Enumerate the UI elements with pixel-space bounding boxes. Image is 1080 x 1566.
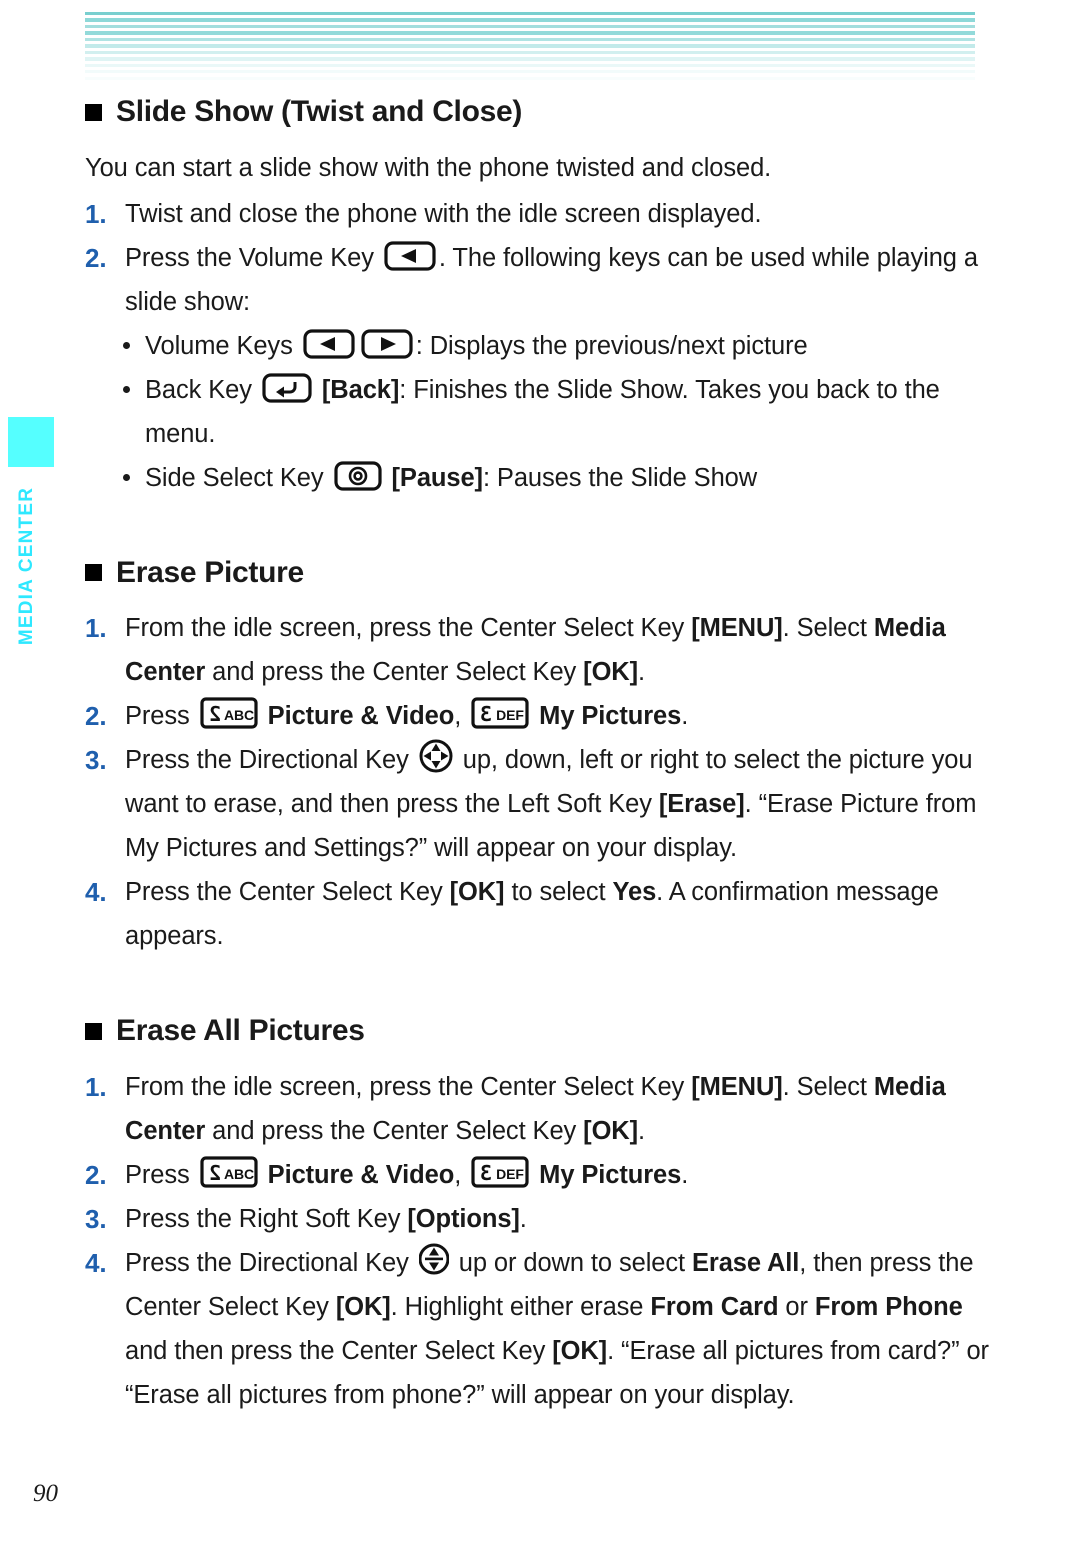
emphasis-text: [Options] [407, 1204, 520, 1233]
bullet-item: Side Select Key [Pause]: Pauses the Slid… [123, 456, 990, 500]
side-select-key-icon [333, 460, 382, 491]
step-list-erase-all-pictures: 1. From the idle screen, press the Center… [85, 1065, 990, 1417]
square-bullet-icon [85, 1022, 102, 1040]
step-item: 4. Press the Directional Key up or down t… [85, 1241, 990, 1417]
step-item: 1. Twist and close the phone with the idl… [85, 192, 990, 236]
svg-text:ABC: ABC [224, 707, 254, 723]
svg-text:2: 2 [209, 1161, 221, 1185]
section-heading-text: Slide Show (Twist and Close) [116, 95, 523, 128]
emphasis-text: Yes [612, 878, 657, 906]
step-number: 1. [85, 1071, 107, 1102]
bullet-list-slide-show: Volume Keys : Displays the previous/next… [85, 324, 990, 500]
emphasis-text: Erase All [691, 1248, 800, 1277]
emphasis-text: From Card [650, 1292, 779, 1321]
step-item: 2. Press the Volume Key . The following k… [85, 236, 990, 324]
media-center-side-tab-label: MEDIA CENTER [16, 486, 37, 646]
svg-text:ABC: ABC [224, 1166, 254, 1182]
svg-text:DEF: DEF [496, 1166, 524, 1182]
step-number: 3. [85, 745, 107, 775]
section-intro-slide-show: You can start a slide show with the phon… [85, 153, 772, 182]
keypad-2-abc-icon: 2 ABC [200, 1155, 258, 1188]
volume-key-left-icon [303, 328, 355, 359]
volume-key-right-icon [361, 328, 413, 359]
square-bullet-icon [85, 103, 102, 121]
section-heading-erase-all-pictures: Erase All Pictures [85, 1014, 990, 1049]
svg-text:2: 2 [209, 702, 221, 726]
step-item: 3. Press the Right Soft Key [Options]. [85, 1197, 990, 1241]
section-heading-erase-picture: Erase Picture [85, 556, 990, 591]
dot-bullet-icon [123, 473, 130, 481]
emphasis-text: [OK] [583, 1116, 639, 1145]
step-number: 2. [85, 242, 107, 273]
emphasis-text: My Pictures [539, 702, 682, 730]
step-item: 2. Press 2 ABC Picture & Video, 3 DEF My Pi… [85, 694, 990, 738]
step-number: 3. [85, 1203, 107, 1234]
step-list-slide-show: 1. Twist and close the phone with the idl… [85, 192, 990, 324]
section-heading-text: Erase Picture [116, 555, 304, 589]
page-number: 90 [33, 1480, 58, 1507]
emphasis-text: Picture & Video [267, 1160, 455, 1189]
step-item: 1. From the idle screen, press the Center… [85, 1065, 990, 1153]
emphasis-text: [OK] [449, 878, 505, 906]
emphasis-text: Media Center [125, 1072, 946, 1145]
step-list-erase-picture: 1. From the idle screen, press the Center… [85, 606, 990, 958]
emphasis-text: My Pictures [539, 1160, 682, 1189]
step-number: 2. [85, 1159, 107, 1190]
emphasis-text: [OK] [552, 1336, 608, 1365]
step-number: 1. [85, 613, 107, 643]
keypad-3-def-icon: 3 DEF [471, 1155, 529, 1188]
bullet-item: Volume Keys : Displays the previous/next… [123, 324, 990, 368]
directional-key-updown-icon [418, 1242, 449, 1276]
back-key-icon [262, 372, 312, 403]
svg-text:3: 3 [480, 702, 492, 726]
media-center-side-tab [8, 417, 54, 467]
emphasis-text: From Phone [814, 1292, 963, 1321]
stripe [85, 76, 975, 80]
header-stripe-band [85, 12, 975, 80]
volume-key-left-icon [384, 240, 436, 271]
emphasis-text: Media Center [125, 614, 946, 686]
section-heading-slide-show: Slide Show (Twist and Close) [85, 95, 990, 130]
square-bullet-icon [85, 564, 102, 582]
emphasis-text: Picture & Video [267, 702, 455, 730]
directional-key-4way-icon [419, 739, 453, 773]
bullet-item: Back Key [Back]: Finishes the Slide Show… [123, 368, 990, 456]
step-number: 2. [85, 701, 107, 731]
emphasis-text: [OK] [583, 658, 639, 686]
step-item: 1. From the idle screen, press the Center… [85, 606, 990, 694]
emphasis-text: [MENU] [691, 614, 783, 642]
emphasis-text: [Erase] [658, 790, 745, 818]
emphasis-text: [Pause] [391, 463, 484, 492]
step-number: 1. [85, 198, 107, 229]
step-number: 4. [85, 877, 107, 907]
emphasis-text: [OK] [335, 1292, 391, 1321]
step-number: 4. [85, 1247, 107, 1278]
dot-bullet-icon [123, 385, 130, 393]
dot-bullet-icon [123, 341, 130, 349]
section-heading-text: Erase All Pictures [116, 1014, 365, 1047]
emphasis-text: [MENU] [691, 1072, 783, 1101]
svg-text:DEF: DEF [496, 707, 524, 723]
step-item: 4. Press the Center Select Key [OK] to se… [85, 870, 990, 958]
step-item: 3. Press the Directional Key up, down, le… [85, 738, 990, 870]
keypad-3-def-icon: 3 DEF [471, 697, 529, 729]
page-content: Slide Show (Twist and Close) You can star… [85, 95, 990, 1417]
keypad-2-abc-icon: 2 ABC [200, 697, 258, 729]
svg-text:3: 3 [480, 1161, 492, 1185]
step-item: 2. Press 2 ABC Picture & Video, 3 DEF My Pi… [85, 1153, 990, 1197]
emphasis-text: [Back] [321, 375, 400, 404]
